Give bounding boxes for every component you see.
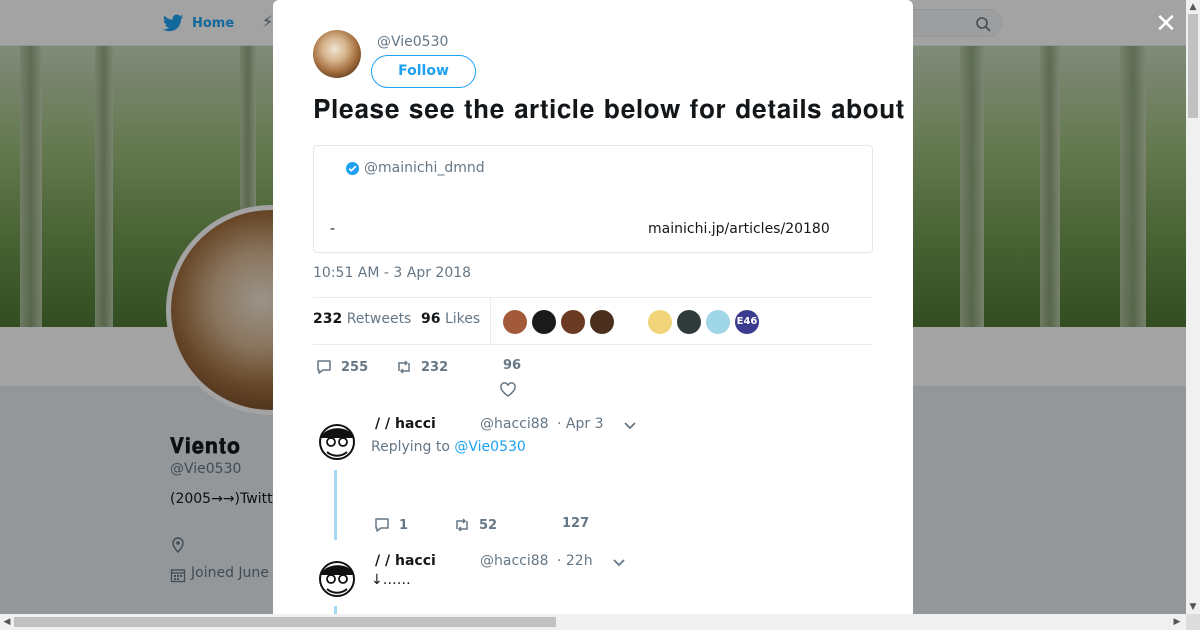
reply-author-name[interactable]: / / hacci	[375, 553, 436, 569]
reply-avatar[interactable]	[313, 416, 361, 464]
liker-avatar[interactable]	[561, 310, 585, 334]
author-avatar[interactable]	[313, 30, 361, 78]
replying-to-prefix: Replying to	[371, 439, 450, 455]
quoted-tweet-card[interactable]: @mainichi_dmnd - mainichi.jp/articles/20…	[313, 145, 873, 253]
horizontal-scrollbar[interactable]: ◀ ▶	[0, 614, 1186, 630]
cartoon-face-avatar-icon	[319, 561, 355, 597]
like-count: 96	[503, 358, 522, 373]
reply-tweet[interactable]: / / hacci @hacci88 · Apr 3 1 52 127	[313, 412, 873, 542]
vertical-scroll-thumb[interactable]	[1188, 14, 1198, 118]
replying-to-handle[interactable]: @Vie0530	[454, 439, 525, 455]
chevron-down-icon[interactable]	[612, 556, 626, 570]
retweet-icon	[456, 518, 468, 532]
scroll-left-arrow-icon[interactable]: ◀	[0, 614, 14, 630]
stats-divider	[490, 298, 491, 344]
reply-reply-button[interactable]: 1	[373, 516, 408, 534]
scroll-up-arrow-icon[interactable]: ▲	[1186, 0, 1200, 14]
reply-button[interactable]: 255	[315, 358, 368, 376]
likes-count: 96	[421, 311, 441, 327]
reply-icon	[317, 360, 331, 374]
retweets-stat[interactable]: 232 Retweets	[313, 311, 411, 327]
quoted-tweet-dash: -	[330, 221, 336, 237]
replying-to: Replying to @Vie0530	[371, 439, 526, 455]
liker-avatar[interactable]	[590, 310, 614, 334]
scroll-right-arrow-icon[interactable]: ▶	[1170, 614, 1184, 630]
retweet-icon	[398, 360, 410, 374]
tweet-modal: @Vie0530 Follow 𝐏𝐥𝐞𝐚𝐬𝐞 𝐬𝐞𝐞 𝐭𝐡𝐞 𝐚𝐫𝐭𝐢𝐜𝐥𝐞 𝐛…	[273, 0, 913, 614]
liker-avatar[interactable]	[532, 310, 556, 334]
liker-avatar[interactable]: E46	[735, 310, 759, 334]
reply-time[interactable]: · Apr 3	[557, 416, 603, 432]
quoted-tweet-handle[interactable]: @mainichi_dmnd	[364, 160, 485, 176]
like-button[interactable]	[499, 381, 517, 399]
quoted-tweet-link[interactable]: mainichi.jp/articles/20180	[648, 221, 830, 237]
tweet-stats: 232 Retweets 96 Likes E46	[313, 297, 873, 345]
scrollbar-corner	[1186, 614, 1200, 630]
scroll-down-arrow-icon[interactable]: ▼	[1186, 600, 1200, 614]
reply-reply-count: 1	[399, 517, 409, 533]
author-handle[interactable]: @Vie0530	[377, 34, 448, 50]
horizontal-scroll-thumb[interactable]	[14, 617, 556, 627]
liker-avatar[interactable]	[503, 310, 527, 334]
reply-retweet-button[interactable]: 52	[453, 516, 497, 534]
like-count-label: 96	[503, 358, 521, 373]
liker-avatar[interactable]	[648, 310, 672, 334]
reply-count: 255	[341, 359, 369, 375]
chevron-down-icon[interactable]	[623, 419, 637, 433]
vertical-scrollbar[interactable]: ▲ ▼	[1186, 0, 1200, 614]
retweet-count: 232	[421, 359, 449, 375]
tweet-timestamp[interactable]: 10:51 AM - 3 Apr 2018	[313, 265, 471, 281]
reply-retweet-count: 52	[479, 517, 498, 533]
retweets-count: 232	[313, 311, 343, 327]
likes-stat[interactable]: 96 Likes	[421, 311, 480, 327]
thread-line	[334, 470, 337, 540]
likes-label: Likes	[444, 311, 481, 327]
reply-time[interactable]: · 22h	[557, 553, 593, 569]
retweet-button[interactable]: 232	[395, 358, 448, 376]
reply-author-name[interactable]: / / hacci	[375, 416, 436, 432]
reply-author-handle[interactable]: @hacci88	[480, 553, 549, 569]
reply-like-count: 127	[562, 516, 590, 531]
verified-badge-icon	[345, 161, 360, 176]
follow-button[interactable]: Follow	[371, 55, 476, 88]
tweet-actions: 255 232 96	[313, 356, 873, 400]
reply-avatar[interactable]	[313, 553, 361, 601]
liker-avatar[interactable]	[706, 310, 730, 334]
reply-text: ↓……	[371, 572, 411, 588]
liker-avatar[interactable]	[677, 310, 701, 334]
cartoon-face-avatar-icon	[319, 424, 355, 460]
heart-icon	[500, 382, 516, 397]
retweets-label: Retweets	[346, 311, 412, 327]
reply-icon	[375, 518, 389, 532]
reply-author-handle[interactable]: @hacci88	[480, 416, 549, 432]
tweet-text: 𝐏𝐥𝐞𝐚𝐬𝐞 𝐬𝐞𝐞 𝐭𝐡𝐞 𝐚𝐫𝐭𝐢𝐜𝐥𝐞 𝐛𝐞𝐥𝐨𝐰 𝐟𝐨𝐫 𝐝𝐞𝐭𝐚𝐢𝐥𝐬…	[313, 95, 913, 125]
close-modal-button[interactable]: ✕	[1154, 11, 1178, 37]
reply-like-button[interactable]: 127	[562, 516, 589, 531]
